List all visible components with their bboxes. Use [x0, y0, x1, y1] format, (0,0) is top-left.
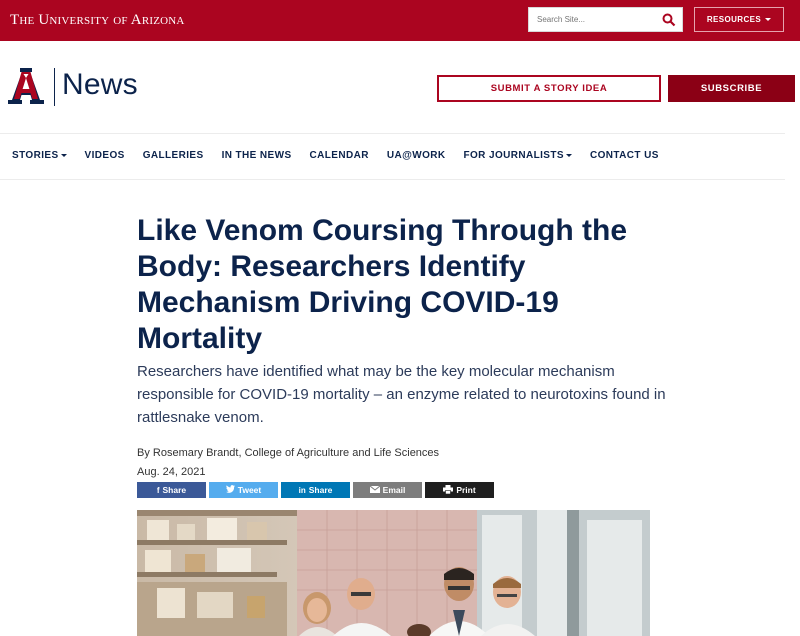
site-title[interactable]: News [62, 68, 138, 102]
nav-item-ua-at-work[interactable]: UA@WORK [387, 150, 446, 161]
twitter-share-button[interactable]: Tweet [209, 482, 278, 498]
nav-item-in-the-news[interactable]: IN THE NEWS [222, 150, 292, 161]
article-summary: Researchers have identified what may be … [137, 363, 666, 426]
email-label: Email [382, 485, 406, 495]
ua-logo[interactable] [4, 66, 48, 106]
university-topbar: The University of Arizona RESOURCES [0, 0, 800, 41]
article-date: Aug. 24, 2021 [137, 466, 206, 478]
nav-divider-top [0, 133, 785, 134]
nav-item-videos[interactable]: VIDEOS [85, 150, 125, 161]
search-input[interactable] [529, 15, 657, 24]
nav-item-label: CALENDAR [309, 150, 369, 161]
nav-item-label: UA@WORK [386, 150, 446, 161]
facebook-icon: f [156, 485, 160, 495]
nav-item-label: IN THE NEWS [221, 150, 292, 161]
printer-icon [443, 484, 454, 496]
subscribe-button[interactable]: SUBSCRIBE [668, 75, 795, 102]
logo-divider [54, 68, 55, 106]
tweet-label: Tweet [237, 485, 262, 495]
chevron-down-icon [765, 18, 772, 21]
nav-item-label: CONTACT US [589, 150, 659, 161]
nav-item-label: STORIES [12, 150, 59, 161]
article-hero-image [137, 510, 650, 636]
chevron-down-icon [60, 154, 67, 157]
share-label: Share [308, 485, 333, 495]
linkedin-share-button[interactable]: in Share [281, 482, 350, 498]
nav-item-label: FOR JOURNALISTS [463, 150, 564, 161]
email-share-button[interactable]: Email [353, 482, 422, 498]
nav-item-contact-us[interactable]: CONTACT US [590, 150, 659, 161]
nav-item-stories[interactable]: STORIES [12, 150, 67, 161]
facebook-share-button[interactable]: f Share [137, 482, 206, 498]
main-nav: STORIES VIDEOS GALLERIES IN THE NEWS CAL… [12, 150, 659, 161]
nav-item-calendar[interactable]: CALENDAR [310, 150, 369, 161]
envelope-icon [369, 485, 380, 495]
print-button[interactable]: Print [425, 482, 494, 498]
share-label: Share [162, 485, 187, 495]
nav-divider-bottom [0, 179, 785, 180]
chevron-down-icon [565, 154, 572, 157]
article-headline: Like Venom Coursing Through the Body: Re… [137, 214, 628, 355]
search-box [528, 7, 683, 32]
twitter-icon [225, 485, 235, 495]
nav-item-galleries[interactable]: GALLERIES [143, 150, 204, 161]
share-bar: f Share Tweet in Share Email Print [137, 482, 494, 498]
article-byline: By Rosemary Brandt, College of Agricultu… [137, 447, 440, 459]
nav-item-for-journalists[interactable]: FOR JOURNALISTS [464, 150, 572, 161]
linkedin-icon: in [298, 485, 306, 495]
nav-item-label: GALLERIES [142, 150, 204, 161]
nav-item-label: VIDEOS [84, 150, 125, 161]
resources-label: RESOURCES [706, 15, 762, 24]
print-label: Print [456, 485, 476, 495]
resources-button[interactable]: RESOURCES [694, 7, 784, 32]
search-icon[interactable] [662, 13, 676, 27]
submit-story-button[interactable]: SUBMIT A STORY IDEA [437, 75, 661, 102]
university-wordmark-link[interactable]: The University of Arizona [10, 12, 185, 29]
